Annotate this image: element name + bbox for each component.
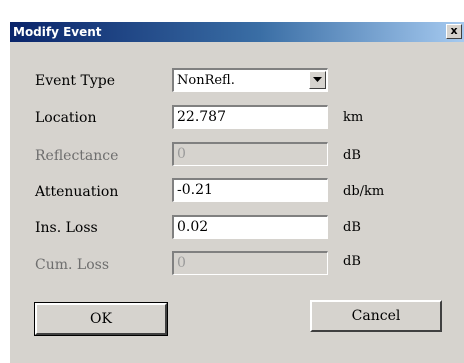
attenuation-unit: db/km [343,184,385,199]
location-unit: km [343,110,364,125]
location-input[interactable]: 22.787 [172,105,328,129]
modify-event-dialog: Modify Event x Event Type NonRefl. Locat… [9,21,464,363]
event-type-label: Event Type [35,73,116,89]
ins-loss-label: Ins. Loss [35,220,98,236]
cancel-button[interactable]: Cancel [310,300,442,332]
reflectance-unit: dB [343,148,361,163]
cum-loss-label: Cum. Loss [35,257,109,273]
event-type-select[interactable]: NonRefl. [172,68,328,92]
ins-loss-input[interactable]: 0.02 [172,215,328,239]
title-bar[interactable]: Modify Event x [10,22,464,42]
attenuation-label: Attenuation [35,184,119,200]
reflectance-input: 0 [172,142,328,166]
reflectance-label: Reflectance [35,148,119,164]
ok-button[interactable]: OK [34,302,168,336]
ins-loss-unit: dB [343,220,361,235]
event-type-value: NonRefl. [177,73,235,88]
attenuation-input[interactable]: -0.21 [172,178,328,202]
chevron-down-icon [313,77,322,82]
dialog-title: Modify Event [13,25,102,39]
cum-loss-unit: dB [343,254,361,269]
close-icon: x [450,24,458,37]
close-button[interactable]: x [446,24,462,39]
cum-loss-input: 0 [172,251,328,275]
location-label: Location [35,110,97,126]
dropdown-button[interactable] [309,71,326,89]
